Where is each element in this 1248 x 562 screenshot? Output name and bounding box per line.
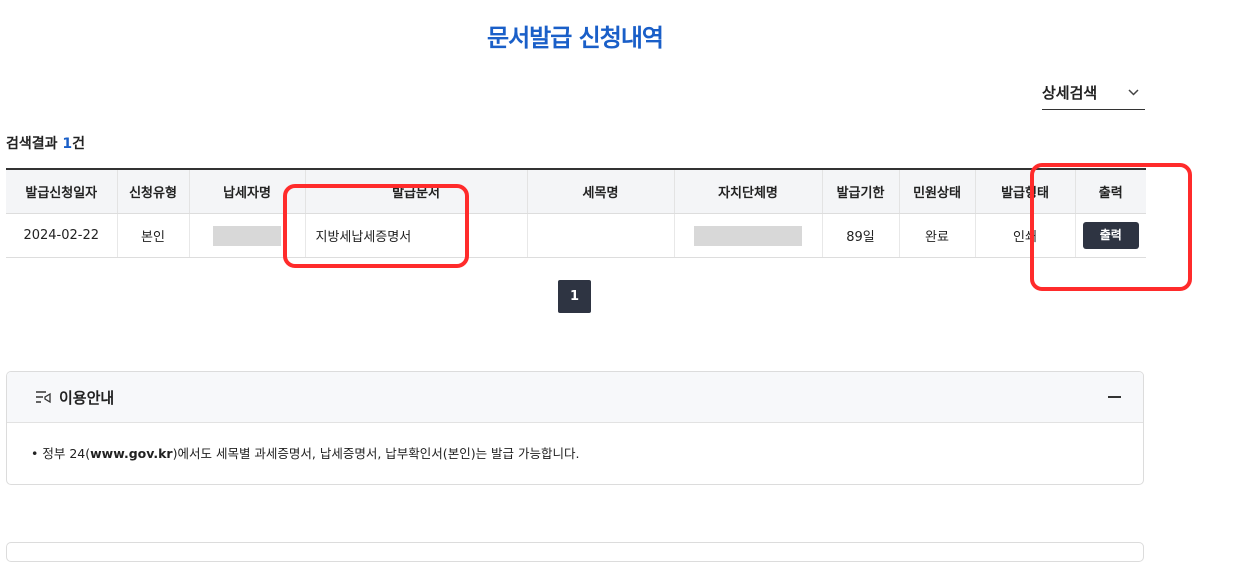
result-count-number: 1	[62, 136, 73, 152]
result-count: 검색결과 1건	[6, 133, 85, 153]
cell-status: 완료	[898, 213, 975, 258]
masked-local-gov-name	[694, 225, 802, 246]
cell-document: 지방세납세증명서	[304, 213, 527, 258]
col-header-taxpayer: 납세자명	[188, 169, 305, 214]
issuance-table: 발급신청일자 신청유형 납세자명 발급문서 세목명 자치단체명 발급기한 민원상…	[6, 168, 1146, 258]
cell-date: 2024-02-22	[6, 213, 117, 258]
next-section-panel	[6, 542, 1144, 562]
page-title: 문서발급 신청내역	[487, 24, 664, 52]
usage-guide-header[interactable]: 이용안내	[7, 372, 1143, 423]
col-header-deadline: 발급기한	[821, 169, 899, 214]
col-header-status: 민원상태	[898, 169, 975, 214]
print-button[interactable]: 출력	[1082, 222, 1139, 249]
detail-search-label: 상세검색	[1042, 84, 1098, 102]
minus-icon[interactable]	[1108, 396, 1121, 398]
cell-taxpayer	[188, 213, 305, 258]
guide-text-suffix: )에서도 세목별 과세증명서, 납세증명서, 납부확인서(본인)는 발급 가능합…	[172, 446, 580, 461]
cell-tax-item	[526, 213, 674, 258]
usage-guide-title: 이용안내	[59, 388, 115, 407]
guide-url: www.gov.kr	[90, 446, 173, 461]
list-guide-icon	[35, 389, 53, 405]
table-header-row: 발급신청일자 신청유형 납세자명 발급문서 세목명 자치단체명 발급기한 민원상…	[6, 169, 1146, 214]
cell-print: 출력	[1074, 213, 1146, 258]
cell-form: 인쇄	[974, 213, 1075, 258]
detail-search-toggle[interactable]: 상세검색	[1042, 82, 1145, 110]
cell-deadline: 89일	[821, 213, 899, 258]
col-header-print: 출력	[1074, 169, 1146, 214]
cell-local-gov	[673, 213, 822, 258]
result-count-prefix: 검색결과	[6, 136, 63, 152]
masked-taxpayer-name	[213, 225, 281, 246]
guide-text-prefix: • 정부 24(	[31, 446, 91, 461]
cell-type: 본인	[116, 213, 189, 258]
col-header-local-gov: 자치단체명	[673, 169, 822, 214]
usage-guide-panel: 이용안내 • 정부 24(www.gov.kr)에서도 세목별 과세증명서, 납…	[6, 371, 1144, 485]
result-count-suffix: 건	[72, 136, 86, 152]
col-header-type: 신청유형	[116, 169, 189, 214]
chevron-down-icon	[1128, 85, 1139, 99]
col-header-date: 발급신청일자	[6, 169, 117, 214]
col-header-tax-item: 세목명	[526, 169, 674, 214]
usage-guide-item: • 정부 24(www.gov.kr)에서도 세목별 과세증명서, 납세증명서,…	[7, 423, 1143, 462]
col-header-form: 발급형태	[974, 169, 1075, 214]
col-header-document: 발급문서	[304, 169, 527, 214]
table-row: 2024-02-22 본인 지방세납세증명서 89일 완료 인쇄 출력	[6, 213, 1146, 258]
page-button-current[interactable]: 1	[558, 280, 591, 313]
